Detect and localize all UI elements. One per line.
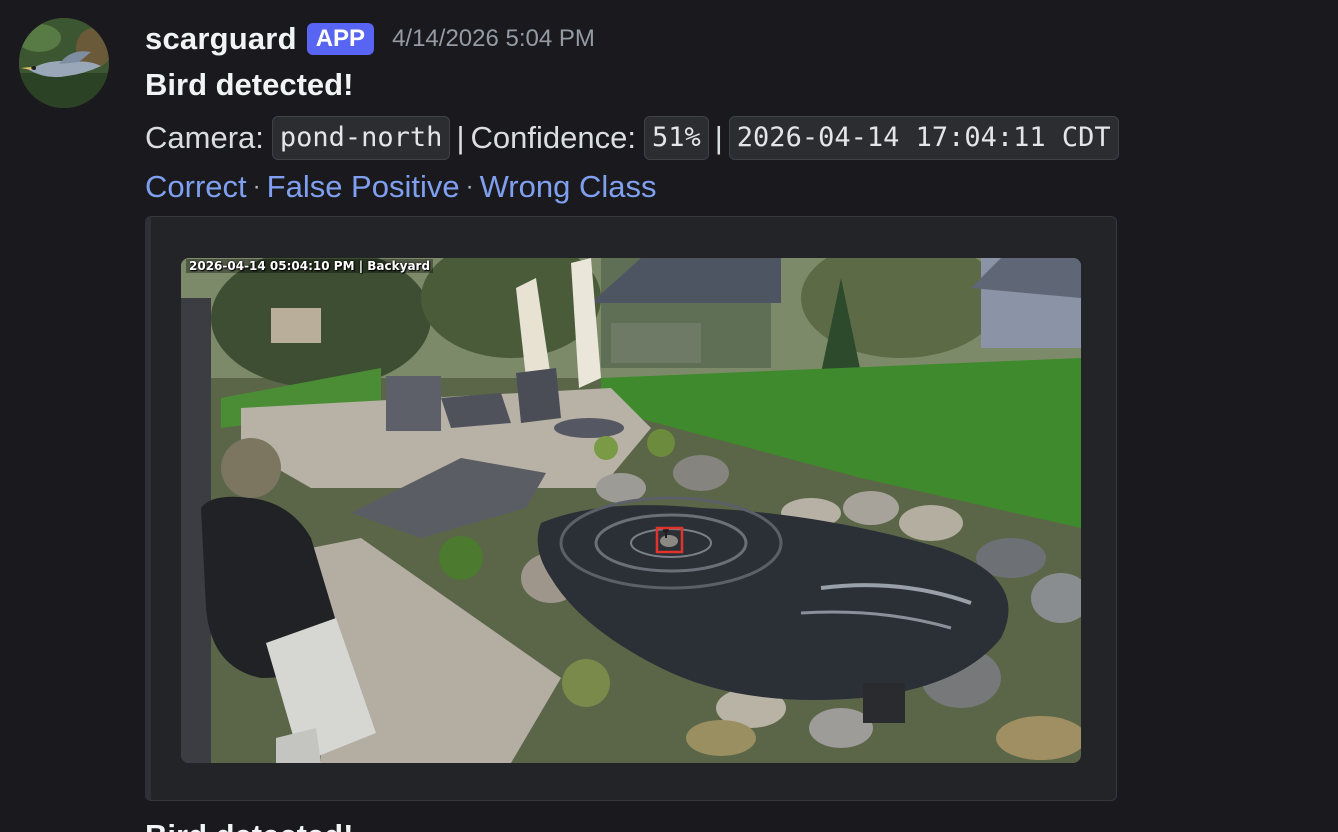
link-separator: · bbox=[465, 173, 474, 200]
camera-value: pond-north bbox=[271, 116, 451, 160]
confidence-value: 51% bbox=[643, 116, 709, 160]
message-header: scarguard APP 4/14/2026 5:04 PM bbox=[145, 19, 595, 59]
feedback-links: Correct · False Positive · Wrong Class bbox=[145, 165, 656, 209]
avatar[interactable] bbox=[19, 18, 109, 108]
camera-overlay-text: 2026-04-14 05:04:10 PM | Backyard bbox=[186, 259, 434, 273]
detection-title: Bird detected! bbox=[145, 67, 354, 102]
correct-link[interactable]: Correct bbox=[145, 169, 247, 205]
app-badge: APP bbox=[306, 23, 375, 55]
image-embed: 2026-04-14 05:04:10 PM | Backyard bbox=[145, 216, 1117, 801]
username[interactable]: scarguard bbox=[145, 21, 297, 57]
separator: | bbox=[714, 120, 723, 155]
datetime-value: 2026-04-14 17:04:11 CDT bbox=[728, 116, 1119, 160]
camera-snapshot[interactable]: 2026-04-14 05:04:10 PM | Backyard bbox=[181, 258, 1081, 763]
heron-avatar-icon bbox=[19, 18, 109, 108]
detection-info: Camera: pond-north | Confidence: 51% | 2… bbox=[145, 115, 1119, 161]
message-timestamp[interactable]: 4/14/2026 5:04 PM bbox=[392, 25, 595, 53]
link-separator: · bbox=[252, 173, 261, 200]
false-positive-link[interactable]: False Positive bbox=[267, 169, 460, 205]
camera-label: Camera: bbox=[145, 120, 264, 155]
chat-message: scarguard APP 4/14/2026 5:04 PM Bird det… bbox=[0, 0, 1338, 832]
backyard-pond-image bbox=[181, 258, 1081, 763]
confidence-label: Confidence: bbox=[470, 120, 636, 155]
wrong-class-link[interactable]: Wrong Class bbox=[480, 169, 657, 205]
separator: | bbox=[456, 120, 465, 155]
next-detection-title: Bird detected! bbox=[145, 818, 353, 832]
